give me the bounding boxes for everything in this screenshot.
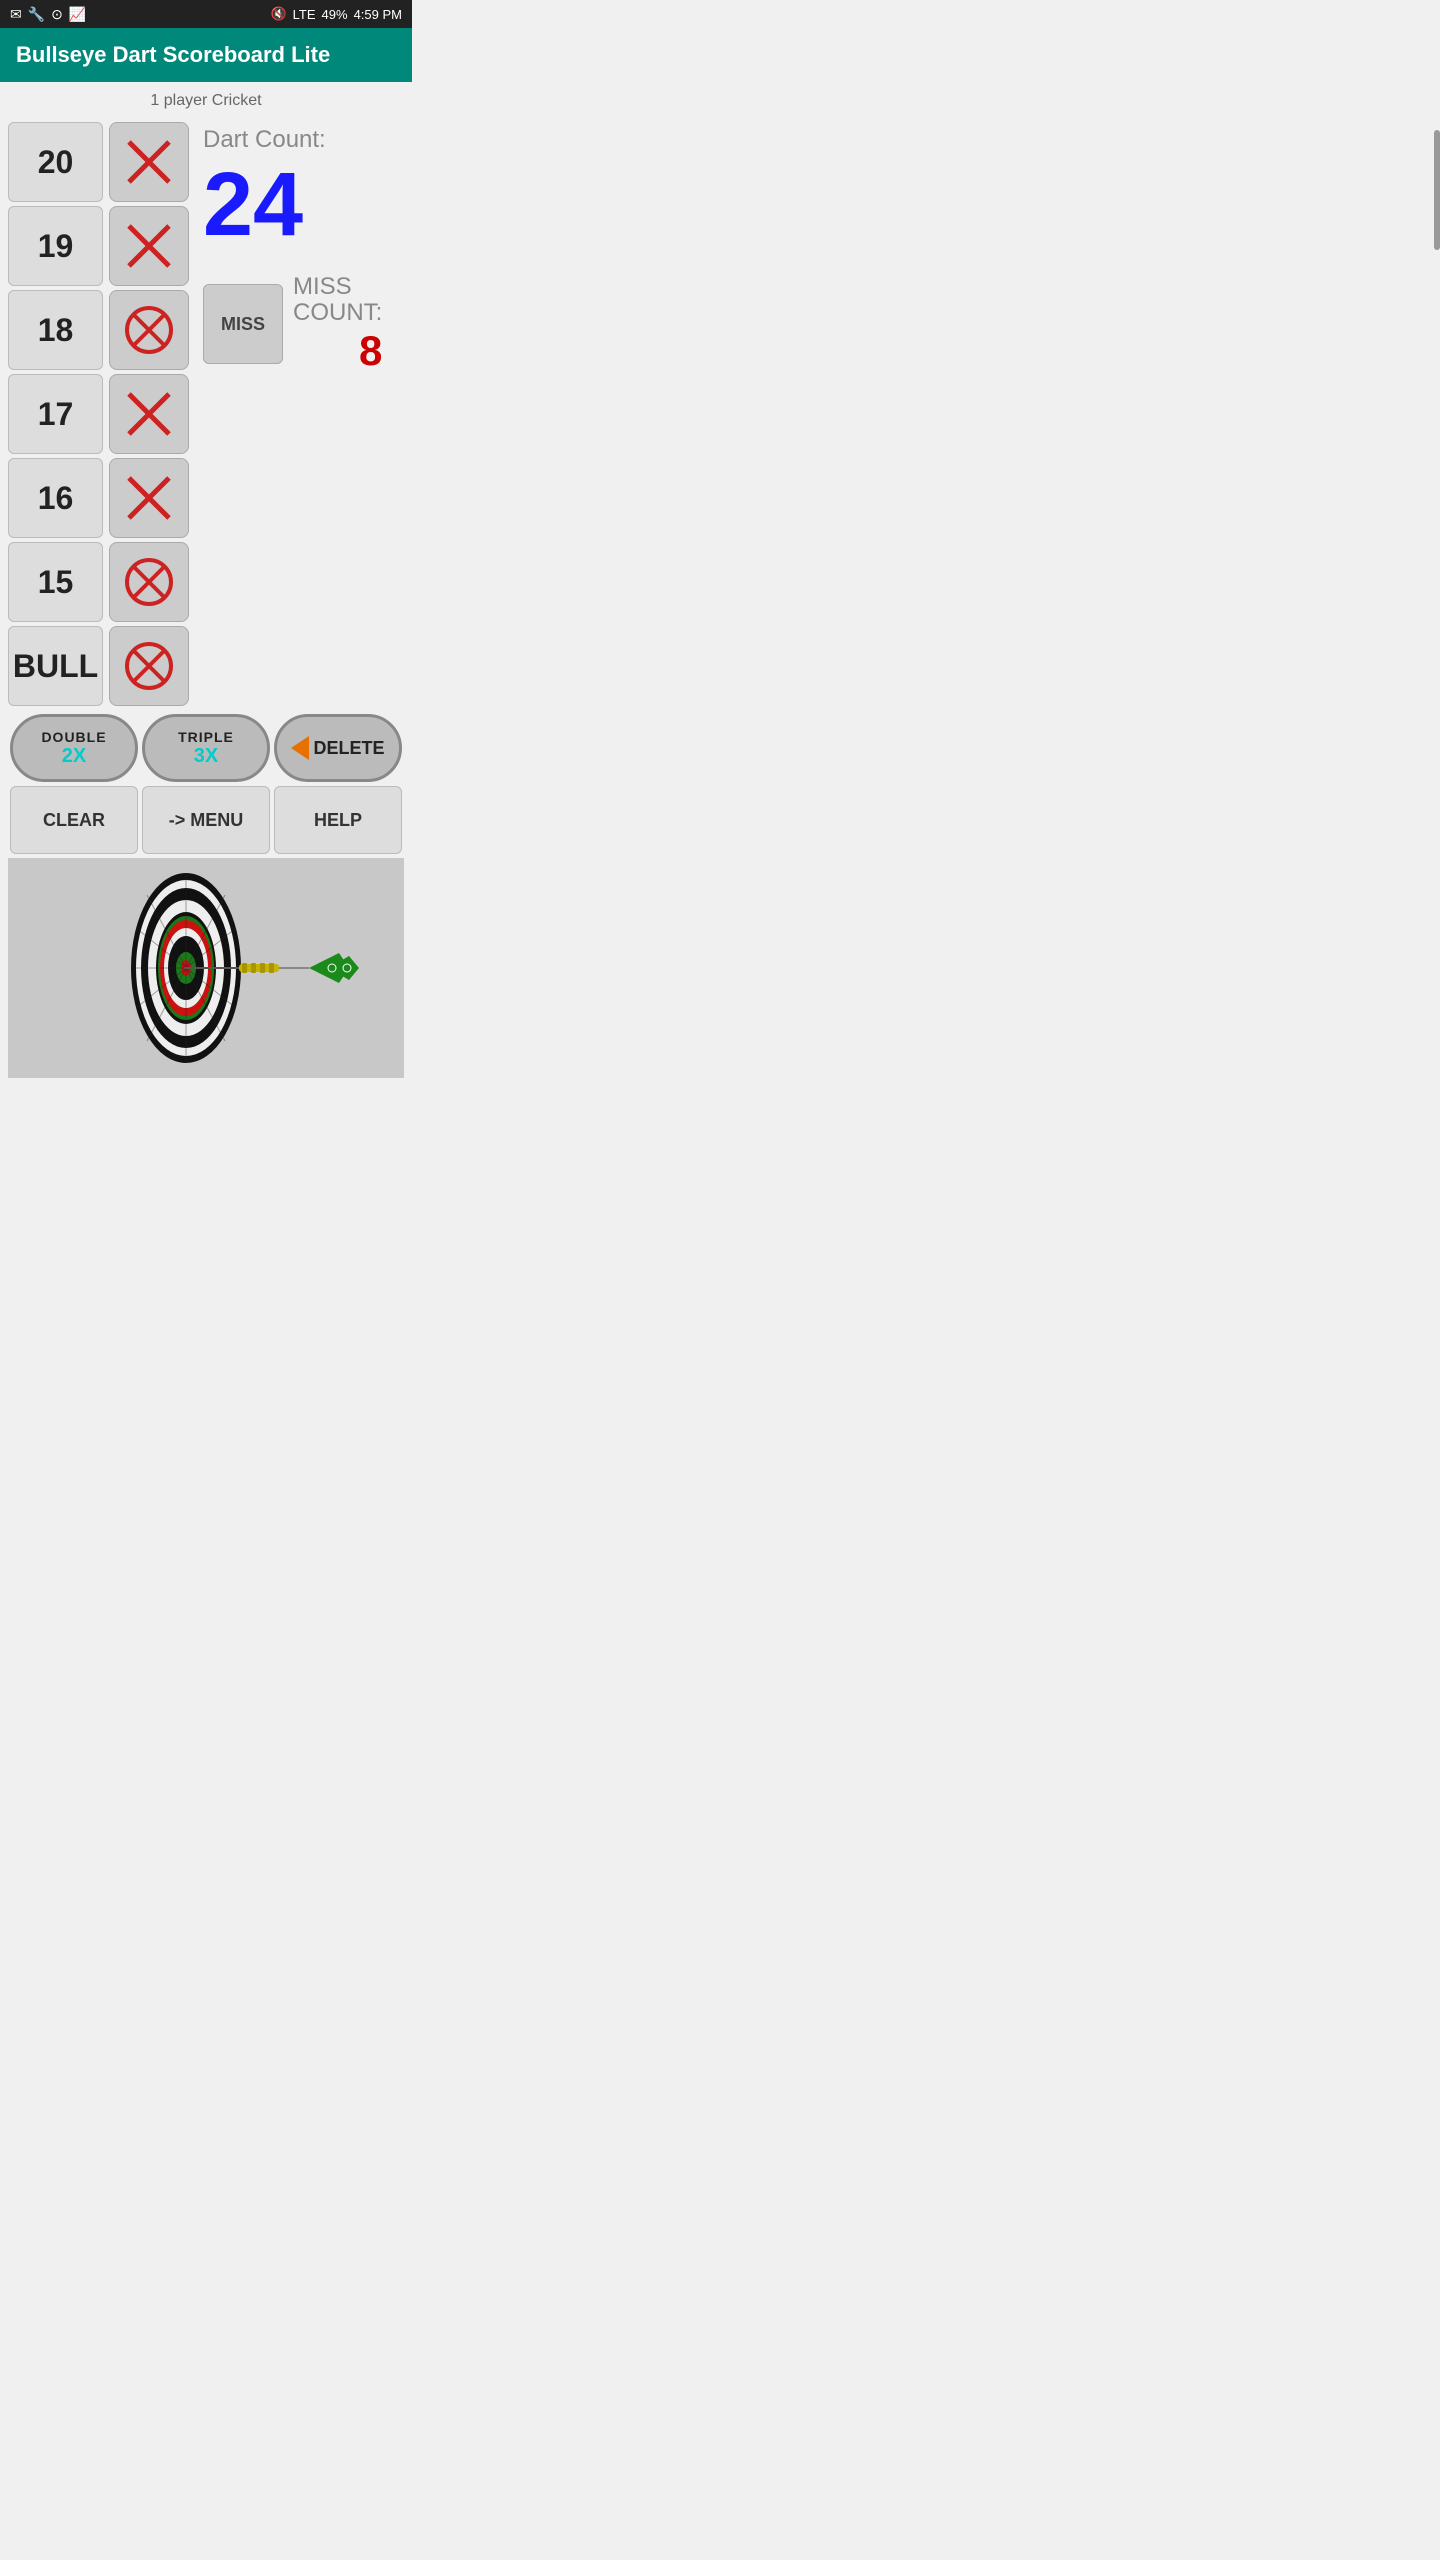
scrollbar[interactable] <box>1434 130 1440 250</box>
delete-button[interactable]: DELETE <box>274 714 402 782</box>
delete-label: DELETE <box>313 738 384 759</box>
number-column: 20 19 18 17 16 15 BULL <box>8 122 103 706</box>
score-btn-16[interactable]: 16 <box>8 458 103 538</box>
score-btn-15[interactable]: 15 <box>8 542 103 622</box>
score-btn-20[interactable]: 20 <box>8 122 103 202</box>
mark-19[interactable] <box>109 206 189 286</box>
delete-btn-inner: DELETE <box>291 736 384 760</box>
dart-svg <box>184 948 364 988</box>
game-mode-label: 1 player Cricket <box>0 82 412 116</box>
main-content: 20 19 18 17 16 15 BULL <box>0 116 412 1088</box>
download-icon: ⊙ <box>51 6 63 23</box>
mail-icon: ✉ <box>10 6 22 23</box>
right-panel: Dart Count: 24 MISS MISS COUNT: 8 <box>189 122 404 375</box>
chart-icon: 📈 <box>69 6 86 23</box>
status-left-icons: ✉ 🔧 ⊙ 📈 <box>10 6 86 23</box>
mark-16[interactable] <box>109 458 189 538</box>
double-button[interactable]: DOUBLE 2X <box>10 714 138 782</box>
mark-column <box>109 122 189 706</box>
clear-button[interactable]: CLEAR <box>10 786 138 854</box>
mark-bull[interactable] <box>109 626 189 706</box>
delete-arrow-icon <box>291 736 309 760</box>
miss-button[interactable]: MISS <box>203 284 283 364</box>
mark-15[interactable] <box>109 542 189 622</box>
dart-illustration <box>184 948 364 988</box>
mark-20[interactable] <box>109 122 189 202</box>
action-row: DOUBLE 2X TRIPLE 3X DELETE <box>8 714 404 782</box>
double-label-bottom: 2X <box>62 745 86 768</box>
double-label-top: DOUBLE <box>41 729 106 745</box>
app-title: Bullseye Dart Scoreboard Lite <box>16 42 330 67</box>
miss-count-label: MISS COUNT: <box>293 274 382 327</box>
status-bar: ✉ 🔧 ⊙ 📈 🔇 LTE 49% 4:59 PM <box>0 0 412 28</box>
mark-18[interactable] <box>109 290 189 370</box>
miss-row: MISS MISS COUNT: 8 <box>203 274 382 375</box>
score-area: 20 19 18 17 16 15 BULL <box>8 122 404 706</box>
dart-count-value: 24 <box>203 160 303 250</box>
triple-label-bottom: 3X <box>194 745 218 768</box>
triple-button[interactable]: TRIPLE 3X <box>142 714 270 782</box>
menu-button[interactable]: -> MENU <box>142 786 270 854</box>
score-btn-17[interactable]: 17 <box>8 374 103 454</box>
battery-level: 49% <box>322 7 348 22</box>
help-button[interactable]: HELP <box>274 786 402 854</box>
mark-17[interactable] <box>109 374 189 454</box>
miss-count-area: MISS COUNT: 8 <box>293 274 382 375</box>
score-btn-bull[interactable]: BULL <box>8 626 103 706</box>
triple-label-top: TRIPLE <box>178 729 234 745</box>
miss-count-value: 8 <box>359 327 382 375</box>
status-right-info: 🔇 LTE 49% 4:59 PM <box>270 6 402 22</box>
dart-count-label: Dart Count: <box>203 126 326 154</box>
wrench-icon: 🔧 <box>28 6 45 23</box>
score-btn-18[interactable]: 18 <box>8 290 103 370</box>
app-bar: Bullseye Dart Scoreboard Lite <box>0 28 412 82</box>
time-display: 4:59 PM <box>354 7 402 22</box>
mute-icon: 🔇 <box>270 6 286 22</box>
signal-strength: LTE <box>293 7 316 22</box>
dartboard-area <box>8 858 404 1078</box>
bottom-row: CLEAR -> MENU HELP <box>8 786 404 854</box>
score-btn-19[interactable]: 19 <box>8 206 103 286</box>
